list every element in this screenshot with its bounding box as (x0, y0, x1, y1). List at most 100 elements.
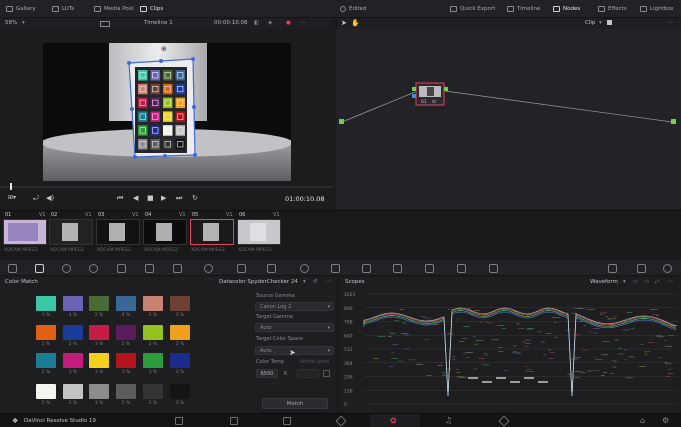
color-swatch[interactable] (143, 296, 163, 311)
3d-icon[interactable] (489, 264, 498, 273)
first-frame-icon[interactable]: ⏮ (117, 194, 123, 203)
fusion-page-icon[interactable] (335, 415, 346, 426)
color-swatch[interactable] (63, 296, 83, 311)
color-swatch[interactable] (63, 325, 83, 340)
viewer[interactable]: ⊕ (43, 43, 291, 181)
effects-button[interactable]: Effects (598, 4, 627, 14)
scope-menu-icon[interactable]: ⋯ (667, 278, 673, 285)
scope-mode-dropdown-icon[interactable]: ▾ (623, 279, 626, 285)
clip-thumbnail[interactable] (190, 219, 234, 245)
white-level-field[interactable] (297, 369, 319, 378)
loop-icon[interactable]: ⤾ (33, 194, 39, 203)
node-mode-selector[interactable]: Clip (585, 20, 595, 26)
clips-button[interactable]: Clips (140, 4, 163, 14)
output-node[interactable] (671, 119, 676, 124)
color-swatch[interactable] (36, 325, 56, 340)
color-swatch[interactable] (116, 353, 136, 368)
home-icon[interactable]: ⌂ (640, 416, 645, 425)
sizing-icon[interactable] (457, 264, 466, 273)
source-gamma-dropdown[interactable]: Canon Log 2 ▾ (255, 302, 334, 311)
color-swatch[interactable] (170, 384, 190, 399)
clip-thumbnail[interactable] (237, 219, 281, 245)
pointer-icon[interactable]: ➤ (341, 19, 347, 27)
blur-icon[interactable] (393, 264, 402, 273)
timeline-button[interactable]: Timeline (507, 4, 540, 14)
audio-menu-icon[interactable]: ⊞▾ (8, 194, 16, 201)
chart-type-selector[interactable]: Datacolor SpyderChecker 24 (219, 279, 298, 285)
motion-effects-icon[interactable] (145, 264, 154, 273)
reset-icon[interactable]: ↺ (313, 279, 318, 285)
last-frame-icon[interactable]: ⏭ (176, 194, 182, 203)
gallery-button[interactable]: Gallery (6, 4, 36, 14)
viewer-menu-icon[interactable]: ⋯ (300, 20, 306, 26)
target-gamma-dropdown[interactable]: Auto ▾ (255, 323, 334, 332)
clip-thumbnail[interactable] (96, 219, 140, 245)
quick-export-button[interactable]: Quick Export (450, 4, 495, 14)
chart-dropdown-icon[interactable]: ▾ (303, 279, 306, 285)
stop-icon[interactable]: ■ (147, 194, 154, 202)
cut-page-icon[interactable] (230, 417, 238, 425)
node-editor[interactable]: 01 ⊡ (336, 29, 681, 209)
color-swatch[interactable] (89, 296, 109, 311)
info-icon[interactable] (663, 264, 672, 273)
color-temp-field[interactable]: 6500 (256, 369, 278, 378)
scopes-toggle-icon[interactable] (637, 264, 646, 273)
color-warper-icon[interactable] (204, 264, 213, 273)
match-button[interactable]: Match (262, 398, 328, 409)
viewer-options-icon[interactable]: ◧ (254, 20, 259, 26)
key-icon[interactable] (425, 264, 434, 273)
color-swatch[interactable] (143, 325, 163, 340)
magic-mask-icon[interactable] (362, 264, 371, 273)
highlight-icon[interactable]: ◈ (268, 20, 272, 26)
color-swatch[interactable] (63, 384, 83, 399)
curves-icon[interactable] (173, 264, 182, 273)
node-option-icon[interactable] (607, 20, 612, 25)
panel-menu-icon[interactable]: ⋯ (325, 278, 331, 285)
hdr-wheels-icon[interactable] (89, 264, 98, 273)
scope-expand-icon[interactable]: ⤢ (655, 279, 659, 285)
color-swatch[interactable] (36, 353, 56, 368)
color-swatch[interactable] (89, 353, 109, 368)
volume-icon[interactable]: ◀) (46, 194, 54, 202)
scrubber-bar[interactable] (0, 186, 333, 188)
settings-gear-icon[interactable]: ⚙ (662, 416, 669, 425)
edit-page-icon[interactable] (283, 417, 291, 425)
color-swatch[interactable] (170, 325, 190, 340)
color-swatch[interactable] (143, 384, 163, 399)
media-page-icon[interactable] (175, 417, 183, 425)
color-swatch[interactable] (116, 296, 136, 311)
color-swatch[interactable] (36, 384, 56, 399)
color-swatch[interactable] (170, 296, 190, 311)
qualifier-icon[interactable] (237, 264, 246, 273)
tracker-icon[interactable] (331, 264, 340, 273)
reverse-icon[interactable]: ◀ (133, 194, 138, 202)
color-swatch[interactable] (63, 353, 83, 368)
white-level-checkbox[interactable] (323, 370, 330, 377)
hand-icon[interactable]: ✋ (351, 19, 360, 27)
color-swatch[interactable] (36, 296, 56, 311)
loop-playback-icon[interactable]: ↻ (192, 194, 198, 202)
lightbox-button[interactable]: Lightbox (640, 4, 674, 14)
window-icon[interactable] (300, 264, 309, 273)
color-swatch[interactable] (170, 353, 190, 368)
camera-raw-icon[interactable] (8, 264, 17, 273)
keyframes-icon[interactable] (608, 264, 617, 273)
color-swatch[interactable] (89, 384, 109, 399)
playhead[interactable] (10, 183, 12, 190)
play-icon[interactable]: ▶ (161, 194, 166, 202)
clip-thumbnail[interactable] (49, 219, 93, 245)
fairlight-page-icon[interactable]: ♫ (445, 416, 452, 425)
color-swatch[interactable] (89, 325, 109, 340)
eyedropper-icon[interactable] (267, 264, 276, 273)
timeline-name[interactable]: Timeline 1 (144, 20, 173, 26)
node-01[interactable] (412, 83, 448, 105)
source-input[interactable] (339, 119, 344, 124)
compare-icon[interactable] (100, 21, 110, 27)
scope-layout-2-icon[interactable]: ▭ (644, 279, 649, 285)
clip-thumbnail[interactable] (3, 219, 47, 245)
scope-layout-icon[interactable]: ▭ (633, 279, 638, 285)
color-swatch[interactable] (116, 325, 136, 340)
zoom-dropdown-icon[interactable]: ▾ (22, 20, 25, 26)
color-swatch[interactable] (143, 353, 163, 368)
node-mode-dropdown-icon[interactable]: ▾ (599, 20, 602, 26)
